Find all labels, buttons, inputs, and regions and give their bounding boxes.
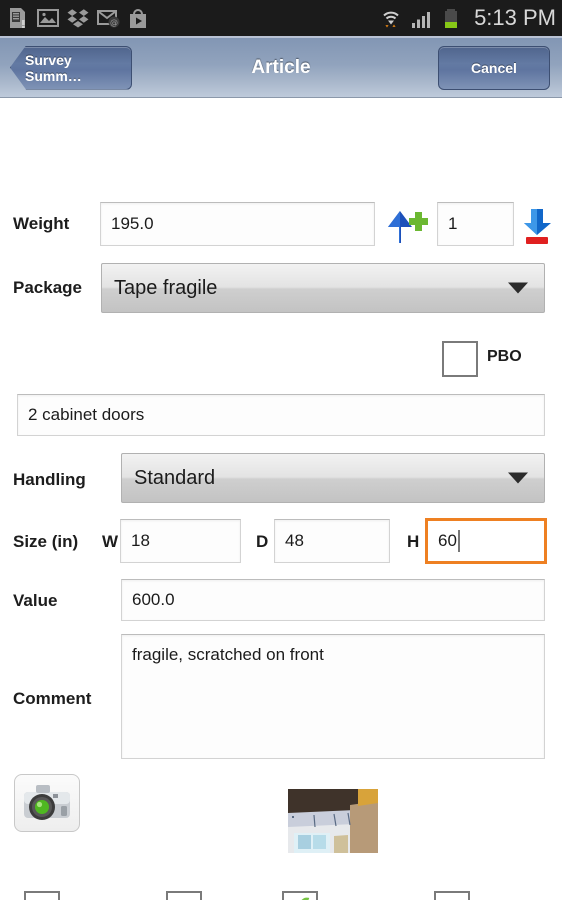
checkmark-icon: ✔	[287, 891, 312, 900]
article-photo-thumbnail[interactable]	[288, 789, 378, 853]
height-input[interactable]: 60	[425, 518, 547, 564]
option-asmbl[interactable]: Asmbl	[434, 891, 528, 900]
status-bar-left-icons: @	[6, 6, 150, 30]
description-value: 2 cabinet doors	[28, 405, 145, 424]
text-cursor	[457, 530, 460, 552]
weight-label: Weight	[13, 214, 70, 233]
quantity-value: 1	[448, 214, 458, 233]
asmbl-checkbox[interactable]	[434, 891, 470, 900]
weight-input[interactable]: 195.0	[100, 202, 375, 246]
camera-button[interactable]	[14, 774, 80, 832]
package-dropdown[interactable]: Tape fragile	[101, 263, 545, 313]
chevron-down-icon	[508, 472, 528, 484]
status-bar-clock: 5:13 PM	[474, 5, 556, 30]
height-letter-label: H	[407, 532, 420, 551]
cancel-button[interactable]: Cancel	[438, 45, 550, 90]
title-bar: Survey Summ… Article Cancel	[0, 38, 562, 98]
comment-textarea[interactable]: fragile, scratched on front	[121, 634, 545, 759]
status-bar-right-icons: 5:13 PM	[379, 5, 556, 31]
size-label: Size (in)	[13, 532, 79, 551]
dropbox-icon	[67, 9, 89, 28]
dsmntl-checkbox[interactable]: ✔	[282, 891, 318, 900]
description-input[interactable]: 2 cabinet doors	[17, 394, 545, 436]
handling-selected-value: Standard	[134, 466, 216, 489]
crt-checkbox[interactable]	[166, 891, 202, 900]
height-value: 60	[438, 531, 457, 550]
sd-card-icon	[10, 8, 25, 28]
battery-icon	[445, 9, 458, 28]
add-article-up-arrow-plus-icon[interactable]	[381, 203, 429, 247]
weight-value: 195.0	[111, 214, 154, 233]
pre-checkbox[interactable]	[24, 891, 60, 900]
option-crt[interactable]: Crt	[166, 891, 234, 900]
depth-input[interactable]: 48	[274, 519, 390, 563]
width-letter-label: W	[102, 532, 119, 551]
package-selected-value: Tape fragile	[114, 276, 218, 299]
handling-dropdown[interactable]: Standard	[121, 453, 545, 503]
cancel-button-label: Cancel	[471, 59, 517, 76]
status-bar[interactable]: @ 5:13 PM	[0, 0, 562, 36]
package-label: Package	[13, 278, 82, 297]
depth-letter-label: D	[256, 532, 269, 551]
wifi-icon	[383, 11, 399, 28]
option-dsmntl[interactable]: ✔ Dsmntl	[282, 891, 381, 900]
quantity-input[interactable]: 1	[437, 202, 514, 246]
depth-value: 48	[285, 531, 304, 550]
value-label: Value	[13, 591, 58, 610]
pbo-label: PBO	[487, 348, 522, 365]
width-input[interactable]: 18	[120, 519, 241, 563]
width-value: 18	[131, 531, 150, 550]
email-icon: @	[97, 10, 120, 28]
photo-preview-image	[288, 789, 378, 853]
back-button-survey-summary[interactable]: Survey Summ…	[10, 45, 132, 90]
option-pre[interactable]: Pre	[24, 891, 95, 900]
value-input[interactable]: 600.0	[121, 579, 545, 621]
gallery-image-icon	[37, 9, 59, 27]
camera-icon	[24, 785, 70, 820]
cellular-signal-icon	[412, 12, 431, 28]
handling-label: Handling	[13, 470, 86, 489]
pbo-checkbox[interactable]	[442, 341, 478, 377]
play-store-icon	[130, 9, 146, 28]
back-button-label: Survey Summ…	[25, 51, 82, 84]
chevron-down-icon	[508, 282, 528, 294]
remove-article-down-arrow-minus-icon[interactable]	[518, 203, 556, 247]
comment-value: fragile, scratched on front	[132, 645, 324, 664]
value-amount: 600.0	[132, 590, 175, 609]
comment-label: Comment	[13, 689, 92, 708]
svg-text:@: @	[110, 18, 118, 27]
